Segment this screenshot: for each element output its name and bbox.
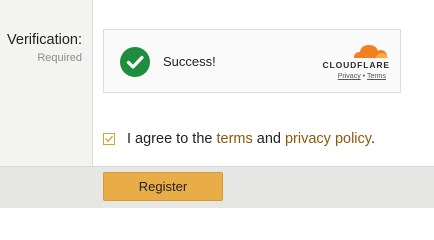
agreement-middle: and xyxy=(252,131,285,147)
agreement-text: I agree to the terms and privacy policy. xyxy=(127,131,375,147)
agreement-terms-link[interactable]: terms xyxy=(216,131,252,147)
agreement-prefix: I agree to the xyxy=(127,131,217,147)
agree-checkbox[interactable] xyxy=(103,133,115,145)
captcha-widget[interactable]: Success! CLOUDFLARE Privacy • Terms xyxy=(103,29,401,93)
cloud-icon xyxy=(354,45,388,58)
required-hint: Required xyxy=(37,52,82,64)
checkmark-icon xyxy=(105,135,113,142)
captcha-status-text: Success! xyxy=(163,54,216,69)
cloudflare-wordmark: CLOUDFLARE xyxy=(322,60,390,70)
captcha-links: Privacy • Terms xyxy=(338,73,386,80)
column-divider xyxy=(92,0,93,166)
privacy-link[interactable]: Privacy xyxy=(338,73,361,80)
check-circle-icon xyxy=(120,47,150,77)
agreement-privacy-link[interactable]: privacy policy xyxy=(285,131,371,147)
agreement-row: I agree to the terms and privacy policy. xyxy=(103,131,375,147)
verification-label-group: Verification: Required xyxy=(0,31,82,66)
register-button[interactable]: Register xyxy=(103,172,223,201)
verification-label: Verification: xyxy=(7,32,82,48)
label-column xyxy=(0,0,92,166)
cloudflare-logo: CLOUDFLARE xyxy=(312,42,390,72)
link-separator: • xyxy=(362,73,366,80)
agreement-suffix: . xyxy=(370,131,375,147)
terms-link[interactable]: Terms xyxy=(367,73,386,80)
form-footer: Register xyxy=(0,166,434,208)
